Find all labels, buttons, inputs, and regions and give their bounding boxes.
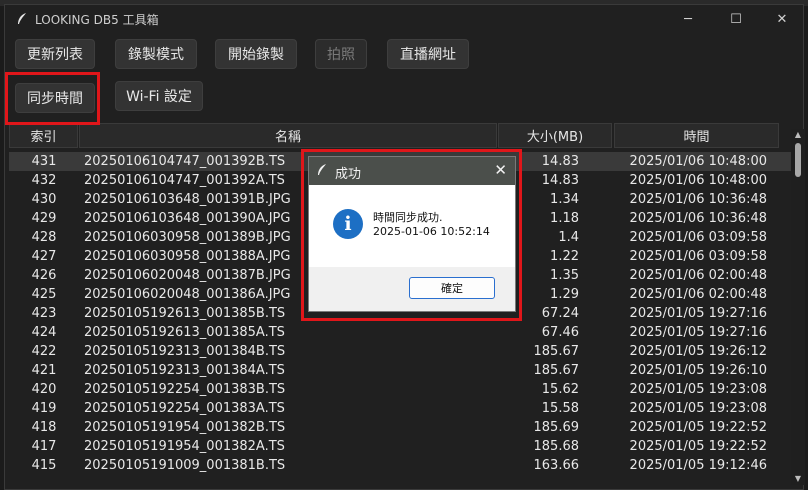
table-row[interactable]: 421 20250105192313_001384A.TS 185.67 2025/0… <box>9 361 791 380</box>
cell-time: 2025/01/05 19:23:08 <box>629 382 767 397</box>
record-mode-button[interactable]: 錄製模式 <box>115 39 197 69</box>
cell-size: 185.67 <box>533 344 580 359</box>
cell-index: 421 <box>31 363 57 378</box>
title-bar[interactable]: LOOKING DB5 工具箱 ─ ☐ ✕ <box>5 5 803 33</box>
table-row[interactable]: 415 20250105191009_001381B.TS 163.66 2025/0… <box>9 456 791 475</box>
cell-time: 2025/01/06 10:48:00 <box>629 173 767 188</box>
cell-time: 2025/01/06 02:00:48 <box>629 287 767 302</box>
table-header: 索引 名稱 大小(MB) 時間 <box>9 123 791 148</box>
cell-size: 185.68 <box>533 439 580 454</box>
cell-index: 430 <box>31 192 57 207</box>
header-name[interactable]: 名稱 <box>79 123 497 148</box>
cell-time: 2025/01/06 03:09:58 <box>629 230 767 245</box>
cell-time: 2025/01/05 19:26:10 <box>629 363 767 378</box>
highlight-frame-dialog <box>301 149 522 321</box>
cell-index: 419 <box>31 401 57 416</box>
cell-time: 2025/01/06 10:48:00 <box>629 154 767 169</box>
cell-size: 185.69 <box>533 420 580 435</box>
scrollbar-thumb[interactable] <box>795 143 801 177</box>
cell-name: 20250105192613_001385A.TS <box>84 325 285 340</box>
live-url-button[interactable]: 直播網址 <box>387 39 469 69</box>
wifi-settings-button[interactable]: Wi-Fi 設定 <box>115 81 203 111</box>
cell-name: 20250105191009_001381B.TS <box>84 458 286 473</box>
cell-name: 20250105191954_001382A.TS <box>84 439 285 454</box>
cell-time: 2025/01/05 19:22:52 <box>629 420 767 435</box>
cell-size: 185.67 <box>533 363 580 378</box>
cell-index: 427 <box>31 249 57 264</box>
cell-index: 422 <box>31 344 57 359</box>
maximize-icon: ☐ <box>730 11 742 27</box>
cell-index: 425 <box>31 287 57 302</box>
cell-index: 415 <box>31 458 57 473</box>
cell-size: 67.46 <box>541 325 579 340</box>
cell-name: 20250105192313_001384A.TS <box>84 363 285 378</box>
cell-index: 426 <box>31 268 57 283</box>
cell-index: 423 <box>31 306 57 321</box>
minimize-icon: ─ <box>684 11 692 27</box>
window-title: LOOKING DB5 工具箱 <box>35 13 159 27</box>
highlight-frame-sync-button <box>5 72 100 125</box>
cell-index: 420 <box>31 382 57 397</box>
close-button[interactable]: ✕ <box>759 5 805 33</box>
cell-time: 2025/01/06 10:36:48 <box>629 211 767 226</box>
close-icon: ✕ <box>776 11 788 27</box>
minimize-button[interactable]: ─ <box>665 5 711 33</box>
cell-name: 20250105192254_001383B.TS <box>84 382 286 397</box>
cell-size: 163.66 <box>533 458 580 473</box>
cell-name: 20250105192313_001384B.TS <box>84 344 286 359</box>
refresh-list-button[interactable]: 更新列表 <box>15 39 95 69</box>
cell-size: 15.62 <box>541 382 579 397</box>
cell-index: 432 <box>31 173 57 188</box>
table-scrollbar[interactable]: ▲ ▼ <box>791 129 805 485</box>
cell-index: 424 <box>31 325 57 340</box>
table-row[interactable]: 419 20250105192254_001383A.TS 15.58 2025/01… <box>9 399 791 418</box>
header-time[interactable]: 時間 <box>614 123 779 148</box>
cell-time: 2025/01/05 19:23:08 <box>629 401 767 416</box>
header-index[interactable]: 索引 <box>9 123 78 148</box>
cell-size: 15.58 <box>541 401 579 416</box>
cell-index: 418 <box>31 420 57 435</box>
scroll-down-arrow-icon[interactable]: ▼ <box>791 473 805 485</box>
cell-time: 2025/01/05 19:26:12 <box>629 344 767 359</box>
table-row[interactable]: 418 20250105191954_001382B.TS 185.69 2025/0… <box>9 418 791 437</box>
cell-time: 2025/01/06 03:09:58 <box>629 249 767 264</box>
cell-time: 2025/01/06 02:00:48 <box>629 268 767 283</box>
feather-icon <box>18 13 26 24</box>
cell-name: 20250105192254_001383A.TS <box>84 401 285 416</box>
cell-index: 417 <box>31 439 57 454</box>
cell-time: 2025/01/06 10:36:48 <box>629 192 767 207</box>
table-row[interactable]: 417 20250105191954_001382A.TS 185.68 2025/0… <box>9 437 791 456</box>
photo-button[interactable]: 拍照 <box>315 39 367 69</box>
cell-time: 2025/01/05 19:22:52 <box>629 439 767 454</box>
cell-time: 2025/01/05 19:27:16 <box>629 325 767 340</box>
table-row[interactable]: 420 20250105192254_001383B.TS 15.62 2025/01… <box>9 380 791 399</box>
header-size[interactable]: 大小(MB) <box>498 123 612 148</box>
cell-time: 2025/01/05 19:27:16 <box>629 306 767 321</box>
table-row[interactable]: 422 20250105192313_001384B.TS 185.67 2025/0… <box>9 342 791 361</box>
maximize-button[interactable]: ☐ <box>713 5 759 33</box>
cell-index: 429 <box>31 211 57 226</box>
cell-time: 2025/01/05 19:12:46 <box>629 458 767 473</box>
cell-index: 428 <box>31 230 57 245</box>
scroll-up-arrow-icon[interactable]: ▲ <box>791 129 805 141</box>
table-row[interactable]: 424 20250105192613_001385A.TS 67.46 2025/01… <box>9 323 791 342</box>
start-record-button[interactable]: 開始錄製 <box>215 39 297 69</box>
cell-index: 431 <box>31 154 57 169</box>
cell-name: 20250105191954_001382B.TS <box>84 420 286 435</box>
